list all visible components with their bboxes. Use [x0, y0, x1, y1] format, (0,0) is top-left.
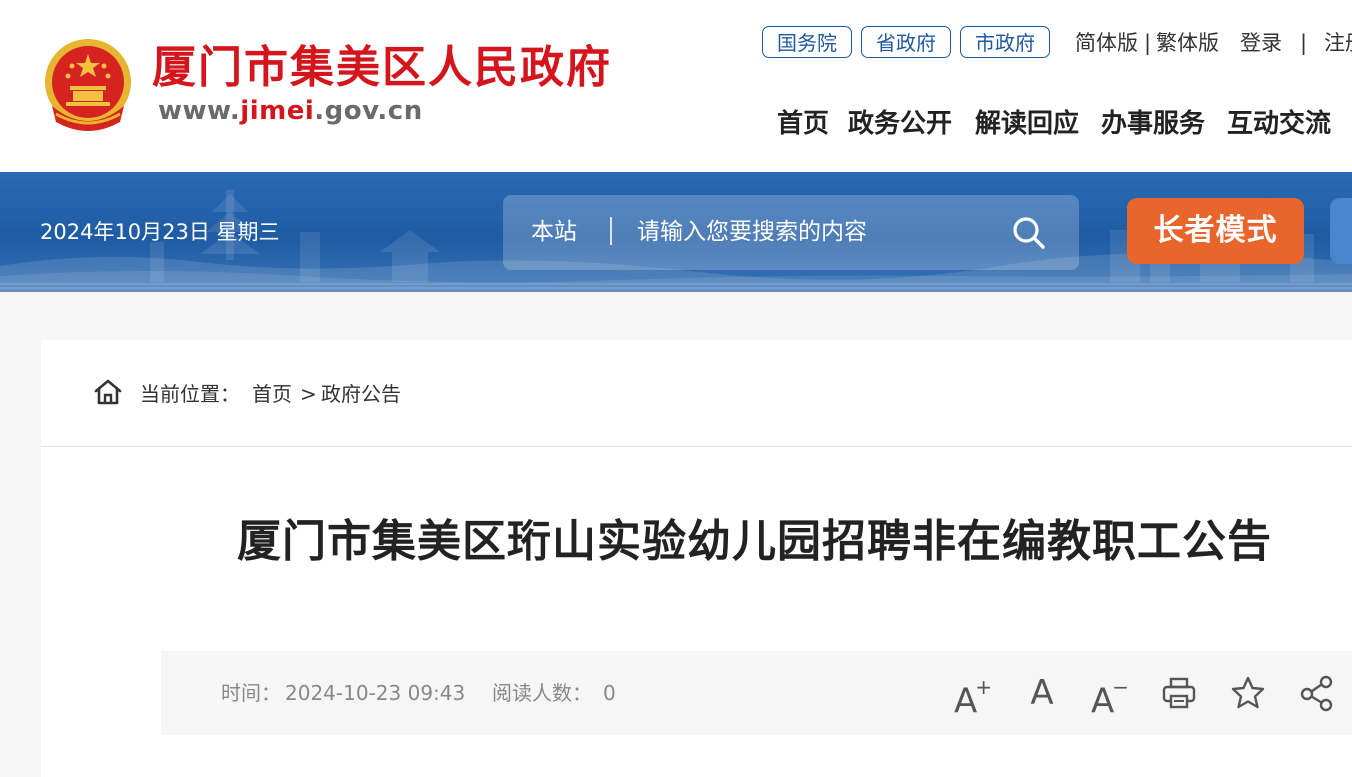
lang-traditional-link[interactable]: 繁体版: [1156, 28, 1219, 58]
search-scope-select[interactable]: 本站: [531, 217, 577, 247]
national-emblem-icon[interactable]: [42, 36, 134, 132]
site-url: www.jimei.gov.cn: [158, 96, 423, 126]
current-date: 2024年10月23日 星期三: [40, 220, 280, 244]
lang-separator: |: [1144, 31, 1152, 55]
publish-time-label: 时间：: [221, 681, 281, 705]
share-icon[interactable]: [1297, 673, 1337, 713]
search-icon[interactable]: [1011, 215, 1047, 251]
font-decrease-mark: −: [1112, 675, 1130, 699]
nav-interaction[interactable]: 互动交流: [1227, 106, 1331, 142]
search-divider: [610, 217, 612, 245]
nav-home[interactable]: 首页: [777, 106, 829, 142]
read-count-label: 阅读人数：: [492, 681, 592, 705]
search-banner: 2024年10月23日 星期三 本站 长者模式: [0, 172, 1352, 292]
nav-gov-affairs[interactable]: 政务公开: [848, 106, 952, 142]
font-increase-letter: A: [953, 681, 978, 722]
breadcrumb-label: 当前位置：: [140, 382, 240, 406]
search-box: 本站: [503, 195, 1079, 270]
site-url-highlight: jimei: [240, 96, 315, 126]
link-provincial-gov[interactable]: 省政府: [861, 26, 951, 58]
nav-interpretation[interactable]: 解读回应: [975, 106, 1079, 142]
print-icon[interactable]: [1159, 673, 1199, 713]
font-decrease-button[interactable]: A−: [1090, 673, 1130, 721]
lang-simplified-link[interactable]: 简体版: [1075, 28, 1138, 58]
side-button-partial[interactable]: [1330, 198, 1352, 264]
breadcrumb-gov-notices[interactable]: 政府公告: [321, 381, 401, 407]
site-url-suffix: .gov.cn: [314, 96, 423, 126]
favorite-star-icon[interactable]: [1228, 673, 1268, 713]
login-link[interactable]: 登录: [1240, 28, 1282, 58]
publish-time-value: 2024-10-23 09:43: [285, 681, 466, 705]
elder-mode-button[interactable]: 长者模式: [1127, 198, 1304, 264]
font-decrease-letter: A: [1090, 681, 1115, 722]
site-header: 厦门市集美区人民政府 www.jimei.gov.cn 国务院 省政府 市政府 …: [0, 0, 1352, 172]
search-input[interactable]: [625, 211, 1009, 253]
link-state-council[interactable]: 国务院: [762, 26, 852, 58]
register-link[interactable]: 注册: [1324, 28, 1352, 58]
article-meta-bar: 时间： 2024-10-23 09:43 阅读人数： 0 A+ A A−: [161, 651, 1352, 735]
nav-services[interactable]: 办事服务: [1101, 106, 1205, 142]
link-city-gov[interactable]: 市政府: [960, 26, 1050, 58]
account-separator: |: [1300, 31, 1308, 55]
article-title: 厦门市集美区珩山实验幼儿园招聘非在编教职工公告: [237, 516, 1272, 567]
breadcrumb-separator: >: [300, 382, 317, 406]
breadcrumb-home[interactable]: 首页: [252, 381, 292, 407]
site-url-prefix: www.: [158, 96, 241, 126]
article-container: 当前位置： 首页 > 政府公告 厦门市集美区珩山实验幼儿园招聘非在编教职工公告 …: [41, 340, 1352, 777]
breadcrumb: 当前位置： 首页 > 政府公告: [41, 340, 1352, 447]
read-count-value: 0: [603, 681, 616, 705]
font-increase-mark: +: [975, 675, 993, 699]
home-icon[interactable]: [93, 378, 123, 406]
font-increase-button[interactable]: A+: [953, 673, 993, 721]
font-normal-button[interactable]: A: [1022, 673, 1062, 713]
site-name[interactable]: 厦门市集美区人民政府: [152, 38, 612, 98]
